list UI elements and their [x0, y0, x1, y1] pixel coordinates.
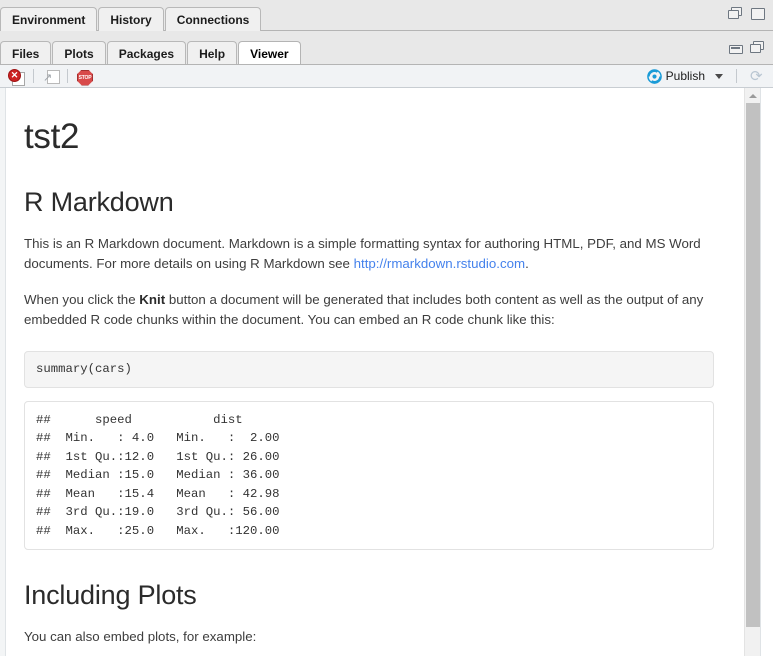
tab-history[interactable]: History: [98, 7, 164, 31]
intro-paragraph: This is an R Markdown document. Markdown…: [24, 234, 714, 274]
bottom-pane-window-controls: [728, 41, 766, 55]
bottom-pane-tabstrip: Files Plots Packages Help Viewer: [0, 33, 302, 65]
top-pane-window-controls: [728, 7, 766, 21]
code-output-summary-cars: ## speed dist ## Min. : 4.0 Min. : 2.00 …: [24, 400, 714, 551]
tab-packages[interactable]: Packages: [106, 41, 187, 65]
knit-bold-word: Knit: [139, 291, 166, 307]
viewer-vertical-scrollbar[interactable]: [744, 88, 760, 656]
tab-environment[interactable]: Environment: [0, 7, 98, 31]
minimize-icon[interactable]: [728, 41, 744, 55]
rmarkdown-docs-link[interactable]: http://rmarkdown.rstudio.com: [354, 256, 525, 271]
viewer-toolbar-left: ✕ ↗ STOP: [0, 68, 93, 86]
publish-icon: [646, 68, 662, 84]
chevron-down-icon[interactable]: [715, 73, 723, 79]
code-chunk-summary-cars: summary(cars): [24, 350, 714, 388]
viewer-toolbar-right: Publish ⟳: [645, 68, 773, 85]
maximize-icon[interactable]: [750, 7, 766, 21]
heading-including-plots: Including Plots: [24, 580, 197, 611]
top-pane-tabstrip: Environment History Connections: [0, 0, 262, 31]
tab-help[interactable]: Help: [187, 41, 238, 65]
clear-x-glyph: ✕: [8, 68, 21, 82]
tab-files[interactable]: Files: [0, 41, 52, 65]
stop-icon[interactable]: STOP: [76, 68, 93, 86]
viewer-toolbar: ✕ ↗ STOP Publish ⟳: [0, 64, 773, 88]
scroll-up-arrow-icon[interactable]: [745, 88, 760, 102]
restore-icon[interactable]: [728, 7, 744, 21]
heading-r-markdown: R Markdown: [24, 186, 174, 217]
page-title: tst2: [24, 117, 80, 156]
scrollbar-thumb[interactable]: [746, 103, 760, 627]
publish-button[interactable]: Publish: [645, 68, 707, 85]
tab-viewer[interactable]: Viewer: [238, 41, 301, 65]
viewer-right-edge: [760, 88, 773, 656]
plots-paragraph: You can also embed plots, for example:: [24, 629, 257, 645]
document-left-gutter: [0, 88, 6, 656]
open-in-new-window-icon[interactable]: ↗: [42, 68, 60, 85]
knit-text-part1: When you click the: [24, 291, 140, 307]
refresh-icon[interactable]: ⟳: [750, 69, 765, 84]
tab-plots[interactable]: Plots: [52, 41, 106, 65]
viewer-document-viewport: tst2 R Markdown This is an R Markdown do…: [0, 88, 773, 656]
toolbar-separator: [33, 69, 34, 83]
viewer-pane: Files Plots Packages Help Viewer ✕ ↗ STO…: [0, 31, 773, 656]
publish-label: Publish: [665, 69, 705, 83]
arrow-glyph: ↗: [43, 71, 53, 84]
environment-pane-header: Environment History Connections: [0, 0, 773, 31]
rmarkdown-document: tst2 R Markdown This is an R Markdown do…: [7, 88, 738, 656]
knit-paragraph: When you click the Knit button a documen…: [24, 290, 714, 330]
toolbar-separator: [67, 69, 68, 83]
intro-text-after-link: .: [525, 255, 529, 271]
restore-icon[interactable]: [750, 41, 766, 55]
stop-octagon: STOP: [77, 69, 93, 86]
toolbar-separator: [736, 69, 737, 83]
tab-connections[interactable]: Connections: [164, 7, 262, 31]
clear-viewer-icon[interactable]: ✕: [8, 68, 25, 86]
